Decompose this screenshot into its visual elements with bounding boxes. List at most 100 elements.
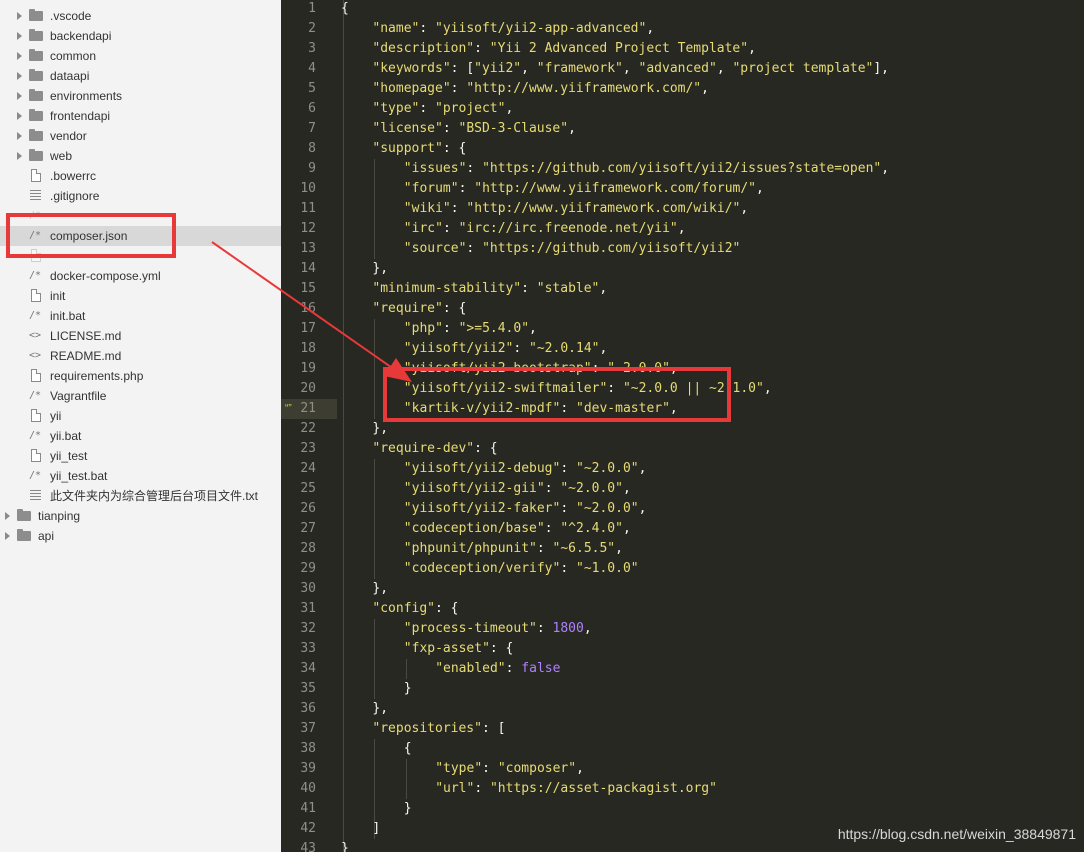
code-text: }, — [372, 419, 388, 439]
string-token: "http://www.yiiframework.com/" — [466, 81, 702, 96]
code-line[interactable]: 33 "fxp-asset": { — [281, 639, 1084, 659]
chevron-right-icon[interactable] — [17, 112, 22, 120]
folder-item[interactable]: web — [0, 146, 281, 166]
punctuation-token: : { — [435, 601, 459, 616]
code-line[interactable]: 32 "process-timeout": 1800, — [281, 619, 1084, 639]
file-item[interactable]: /* composer.json — [0, 226, 281, 246]
line-number: 37 — [300, 721, 316, 736]
folder-item[interactable]: environments — [0, 86, 281, 106]
string-token: "type" — [372, 101, 420, 116]
code-line[interactable]: 15 "minimum-stability": "stable", — [281, 279, 1084, 299]
file-item[interactable]: requirements.php — [0, 366, 281, 386]
line-number: 4 — [308, 61, 316, 76]
code-line[interactable]: 21 "kartik-v/yii2-mpdf": "dev-master", — [281, 399, 1084, 419]
code-editor[interactable]: 1{2 "name": "yiisoft/yii2-app-advanced", 3… — [281, 0, 1084, 852]
string-token: "name" — [372, 21, 420, 36]
folder-item[interactable]: frontendapi — [0, 106, 281, 126]
file-item[interactable]: <> README.md — [0, 346, 281, 366]
code-line[interactable]: 9 "issues": "https://github.com/yiisoft/y… — [281, 159, 1084, 179]
code-line[interactable]: 39 "type": "composer", — [281, 759, 1084, 779]
code-line[interactable]: 24 "yiisoft/yii2-debug": "~2.0.0", — [281, 459, 1084, 479]
folder-item[interactable]: api — [0, 526, 281, 546]
chevron-right-icon[interactable] — [5, 532, 10, 540]
punctuation-token: : [ — [450, 61, 475, 76]
file-item[interactable]: init — [0, 286, 281, 306]
file-item[interactable]: /* Vagrantfile — [0, 386, 281, 406]
string-token: "url" — [435, 781, 475, 796]
code-line[interactable]: 30}, — [281, 579, 1084, 599]
code-line[interactable]: 41} — [281, 799, 1084, 819]
code-text: "wiki": "http://www.yiiframework.com/wik… — [404, 199, 748, 219]
folder-item[interactable]: .vscode — [0, 6, 281, 26]
file-item[interactable]: /* yii_test.bat — [0, 466, 281, 486]
code-line[interactable]: 12 "irc": "irc://irc.freenode.net/yii", — [281, 219, 1084, 239]
code-line[interactable]: 37 "repositories": [ — [281, 719, 1084, 739]
code-line[interactable]: 23 "require-dev": { — [281, 439, 1084, 459]
code-line[interactable]: 2 "name": "yiisoft/yii2-app-advanced", — [281, 19, 1084, 39]
code-line[interactable]: 14}, — [281, 259, 1084, 279]
code-line[interactable]: 6 "type": "project", — [281, 99, 1084, 119]
code-line[interactable]: 31 "config": { — [281, 599, 1084, 619]
chevron-right-icon[interactable] — [17, 152, 22, 160]
folder-item[interactable]: tianping — [0, 506, 281, 526]
markup-file-icon: <> — [28, 330, 42, 341]
folder-item[interactable]: common — [0, 46, 281, 66]
folder-item[interactable]: backendapi — [0, 26, 281, 46]
folder-item[interactable]: vendor — [0, 126, 281, 146]
chevron-right-icon[interactable] — [17, 12, 22, 20]
chevron-right-icon[interactable] — [17, 32, 22, 40]
code-text: "keywords": ["yii2", "framework", "advan… — [372, 59, 889, 79]
code-line[interactable]: 5 "homepage": "http://www.yiiframework.co… — [281, 79, 1084, 99]
code-line[interactable]: 35} — [281, 679, 1084, 699]
code-line[interactable]: 11 "wiki": "http://www.yiiframework.com/w… — [281, 199, 1084, 219]
tree-item-label: composer.json — [50, 229, 128, 243]
code-line[interactable]: 22}, — [281, 419, 1084, 439]
code-line[interactable]: 20 "yiisoft/yii2-swiftmailer": "~2.0.0 ||… — [281, 379, 1084, 399]
code-line[interactable]: 28 "phpunit/phpunit": "~6.5.5", — [281, 539, 1084, 559]
file-item[interactable] — [0, 246, 281, 266]
file-item[interactable]: yii — [0, 406, 281, 426]
punctuation-token: , — [576, 761, 584, 776]
file-item[interactable]: /* — [0, 206, 281, 226]
file-icon — [31, 449, 41, 462]
chevron-right-icon[interactable] — [17, 72, 22, 80]
code-line[interactable]: 16 "require": { — [281, 299, 1084, 319]
code-line[interactable]: 4 "keywords": ["yii2", "framework", "adva… — [281, 59, 1084, 79]
punctuation-token: : — [607, 381, 623, 396]
code-line[interactable]: 10 "forum": "http://www.yiiframework.com/… — [281, 179, 1084, 199]
code-line[interactable]: 34 "enabled": false — [281, 659, 1084, 679]
code-line[interactable]: 25 "yiisoft/yii2-gii": "~2.0.0", — [281, 479, 1084, 499]
file-item[interactable]: /* init.bat — [0, 306, 281, 326]
chevron-right-icon[interactable] — [17, 132, 22, 140]
folder-item[interactable]: dataapi — [0, 66, 281, 86]
code-line[interactable]: 1{ — [281, 0, 1084, 19]
file-item[interactable]: /* docker-compose.yml — [0, 266, 281, 286]
chevron-right-icon[interactable] — [5, 512, 10, 520]
code-line[interactable]: 18 "yiisoft/yii2": "~2.0.14", — [281, 339, 1084, 359]
code-line[interactable]: 29 "codeception/verify": "~1.0.0" — [281, 559, 1084, 579]
file-item[interactable]: .bowerrc — [0, 166, 281, 186]
code-text: "repositories": [ — [372, 719, 505, 739]
code-line[interactable]: 27 "codeception/base": "^2.4.0", — [281, 519, 1084, 539]
line-number: 33 — [300, 641, 316, 656]
punctuation-token: : — [474, 781, 490, 796]
punctuation-token: : { — [489, 641, 514, 656]
file-item[interactable]: /* yii.bat — [0, 426, 281, 446]
code-line[interactable]: 26 "yiisoft/yii2-faker": "~2.0.0", — [281, 499, 1084, 519]
code-line[interactable]: 13 "source": "https://github.com/yiisoft/… — [281, 239, 1084, 259]
code-line[interactable]: 36}, — [281, 699, 1084, 719]
code-line[interactable]: 3 "description": "Yii 2 Advanced Project … — [281, 39, 1084, 59]
file-item[interactable]: yii_test — [0, 446, 281, 466]
code-line[interactable]: 17 "php": ">=5.4.0", — [281, 319, 1084, 339]
code-line[interactable]: 7 "license": "BSD-3-Clause", — [281, 119, 1084, 139]
chevron-right-icon[interactable] — [17, 52, 22, 60]
code-line[interactable]: 8 "support": { — [281, 139, 1084, 159]
chevron-right-icon[interactable] — [17, 92, 22, 100]
file-item[interactable]: 此文件夹内为综合管理后台项目文件.txt — [0, 486, 281, 506]
string-token: "wiki" — [403, 201, 451, 216]
file-item[interactable]: .gitignore — [0, 186, 281, 206]
file-item[interactable]: <> LICENSE.md — [0, 326, 281, 346]
code-line[interactable]: 38 { — [281, 739, 1084, 759]
code-line[interactable]: 40 "url": "https://asset-packagist.org" — [281, 779, 1084, 799]
code-line[interactable]: 19 "yiisoft/yii2-bootstrap": "~2.0.0", — [281, 359, 1084, 379]
